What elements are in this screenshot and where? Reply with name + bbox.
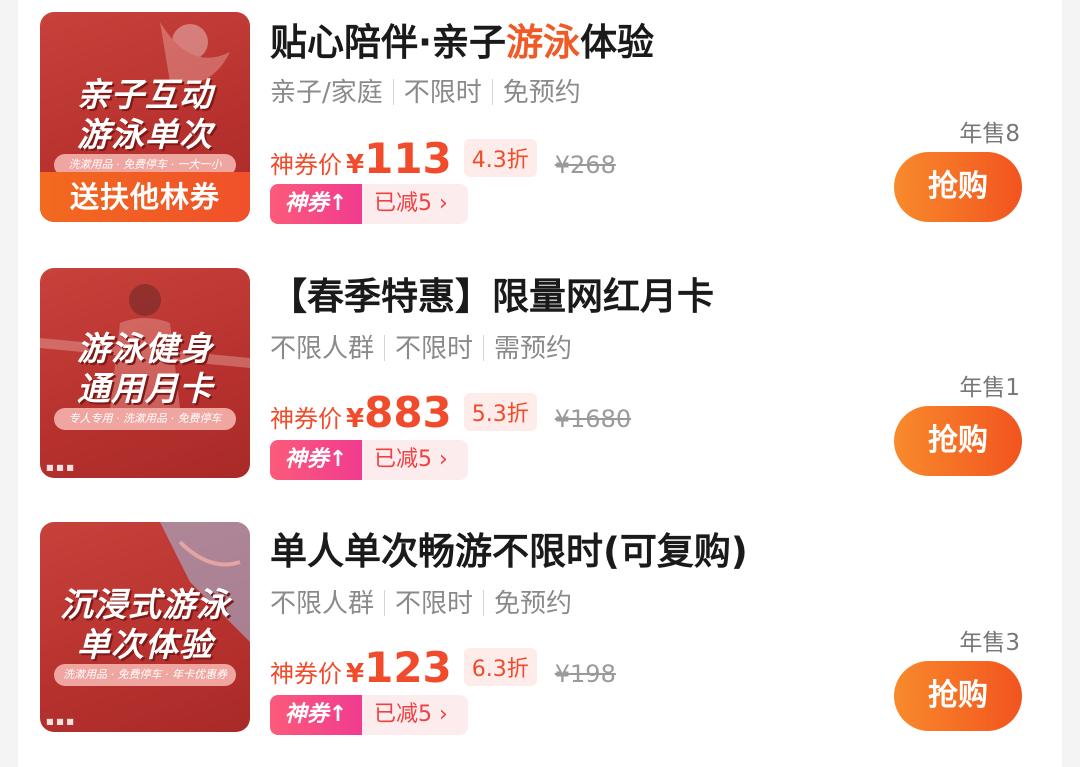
- price-label: 神券价: [270, 660, 342, 688]
- brand-logo: ■ ■ ■: [46, 717, 74, 726]
- tag: 不限时: [395, 334, 474, 364]
- tag: 需预约: [494, 334, 573, 364]
- product-tags: 亲子/家庭 不限时 免预约: [270, 72, 581, 109]
- tag: 免预约: [494, 589, 573, 619]
- currency-symbol: ¥: [346, 404, 365, 434]
- thumb-headline-2: 通用月卡: [77, 369, 213, 408]
- coupon-label: 神券↑: [270, 695, 362, 735]
- title-text: 贴心陪伴·亲子: [270, 21, 507, 64]
- product-title[interactable]: 贴心陪伴·亲子游泳体验: [270, 12, 654, 66]
- thumb-feature-strip: 洗漱用品 · 免费停车 · 年卡优惠券: [54, 664, 236, 686]
- buy-button[interactable]: 抢购: [894, 661, 1022, 731]
- tag: 不限时: [395, 589, 474, 619]
- currency-symbol: ¥: [346, 150, 365, 180]
- coupon-badge[interactable]: 神券↑ 已减5 ›: [270, 184, 468, 224]
- product-tags: 不限人群 不限时 需预约: [270, 328, 572, 365]
- product-tags: 不限人群 不限时 免预约: [270, 583, 572, 620]
- annual-sales: 年售3: [959, 630, 1020, 656]
- price-label: 神券价: [270, 151, 342, 179]
- coupon-discount: 已减5 ›: [362, 695, 468, 735]
- price-value: 883: [364, 388, 452, 437]
- tag: 不限时: [403, 78, 482, 108]
- price-value: 113: [364, 134, 452, 183]
- tag-divider: [384, 335, 386, 361]
- product-card[interactable]: 游泳健身 通用月卡 专人专用 · 洗漱用品 · 免费停车 ■ ■ ■ 【春季特惠…: [18, 250, 1062, 505]
- original-price: ¥268: [554, 151, 616, 179]
- tag: 免预约: [502, 78, 581, 108]
- thumb-headline-2: 游泳单次: [77, 115, 213, 154]
- original-price: ¥1680: [554, 405, 632, 433]
- product-title[interactable]: 【春季特惠】限量网红月卡: [270, 266, 714, 320]
- product-thumbnail[interactable]: 亲子互动 游泳单次 洗漱用品 · 免费停车 · 一大一小 送扶他林券: [40, 12, 250, 222]
- coupon-discount: 已减5 ›: [362, 440, 468, 480]
- annual-sales: 年售1: [959, 375, 1020, 401]
- buy-button[interactable]: 抢购: [894, 406, 1022, 476]
- tag: 不限人群: [270, 334, 375, 364]
- coupon-badge[interactable]: 神券↑ 已减5 ›: [270, 440, 468, 480]
- product-thumbnail[interactable]: 游泳健身 通用月卡 专人专用 · 洗漱用品 · 免费停车 ■ ■ ■: [40, 268, 250, 478]
- thumb-gift-band: 送扶他林券: [40, 172, 250, 222]
- tag: 不限人群: [270, 589, 375, 619]
- discount-badge: 5.3折: [463, 393, 537, 431]
- tag-divider: [392, 79, 394, 105]
- price-row: 神券价 ¥ 113 4.3折 ¥268: [270, 134, 616, 183]
- tag-divider: [384, 590, 386, 616]
- product-thumbnail[interactable]: 沉浸式游泳 单次体验 洗漱用品 · 免费停车 · 年卡优惠券 ■ ■ ■: [40, 522, 250, 732]
- discount-badge: 4.3折: [463, 139, 537, 177]
- price-label: 神券价: [270, 405, 342, 433]
- coupon-discount: 已减5 ›: [362, 184, 468, 224]
- tag-divider: [483, 335, 485, 361]
- brand-logo: ■ ■ ■: [46, 463, 74, 472]
- product-card[interactable]: 沉浸式游泳 单次体验 洗漱用品 · 免费停车 · 年卡优惠券 ■ ■ ■ 单人单…: [18, 505, 1062, 767]
- tag: 亲子/家庭: [270, 78, 383, 108]
- price-value: 123: [364, 643, 452, 692]
- thumb-headline-2: 单次体验: [77, 625, 213, 664]
- thumb-feature-strip: 专人专用 · 洗漱用品 · 免费停车: [54, 408, 236, 430]
- product-card[interactable]: 亲子互动 游泳单次 洗漱用品 · 免费停车 · 一大一小 送扶他林券 贴心陪伴·…: [18, 0, 1062, 250]
- tag-divider: [483, 590, 485, 616]
- product-title[interactable]: 单人单次畅游不限时(可复购): [270, 521, 748, 575]
- price-row: 神券价 ¥ 883 5.3折 ¥1680: [270, 388, 631, 437]
- original-price: ¥198: [554, 660, 616, 688]
- coupon-label: 神券↑: [270, 440, 362, 480]
- title-text-end: 体验: [580, 21, 655, 64]
- price-row: 神券价 ¥ 123 6.3折 ¥198: [270, 643, 616, 692]
- coupon-badge[interactable]: 神券↑ 已减5 ›: [270, 695, 468, 735]
- title-highlight: 游泳: [506, 21, 581, 64]
- discount-badge: 6.3折: [463, 648, 537, 686]
- coupon-label: 神券↑: [270, 184, 362, 224]
- annual-sales: 年售8: [959, 121, 1020, 147]
- buy-button[interactable]: 抢购: [894, 152, 1022, 222]
- currency-symbol: ¥: [346, 659, 365, 689]
- tag-divider: [491, 79, 493, 105]
